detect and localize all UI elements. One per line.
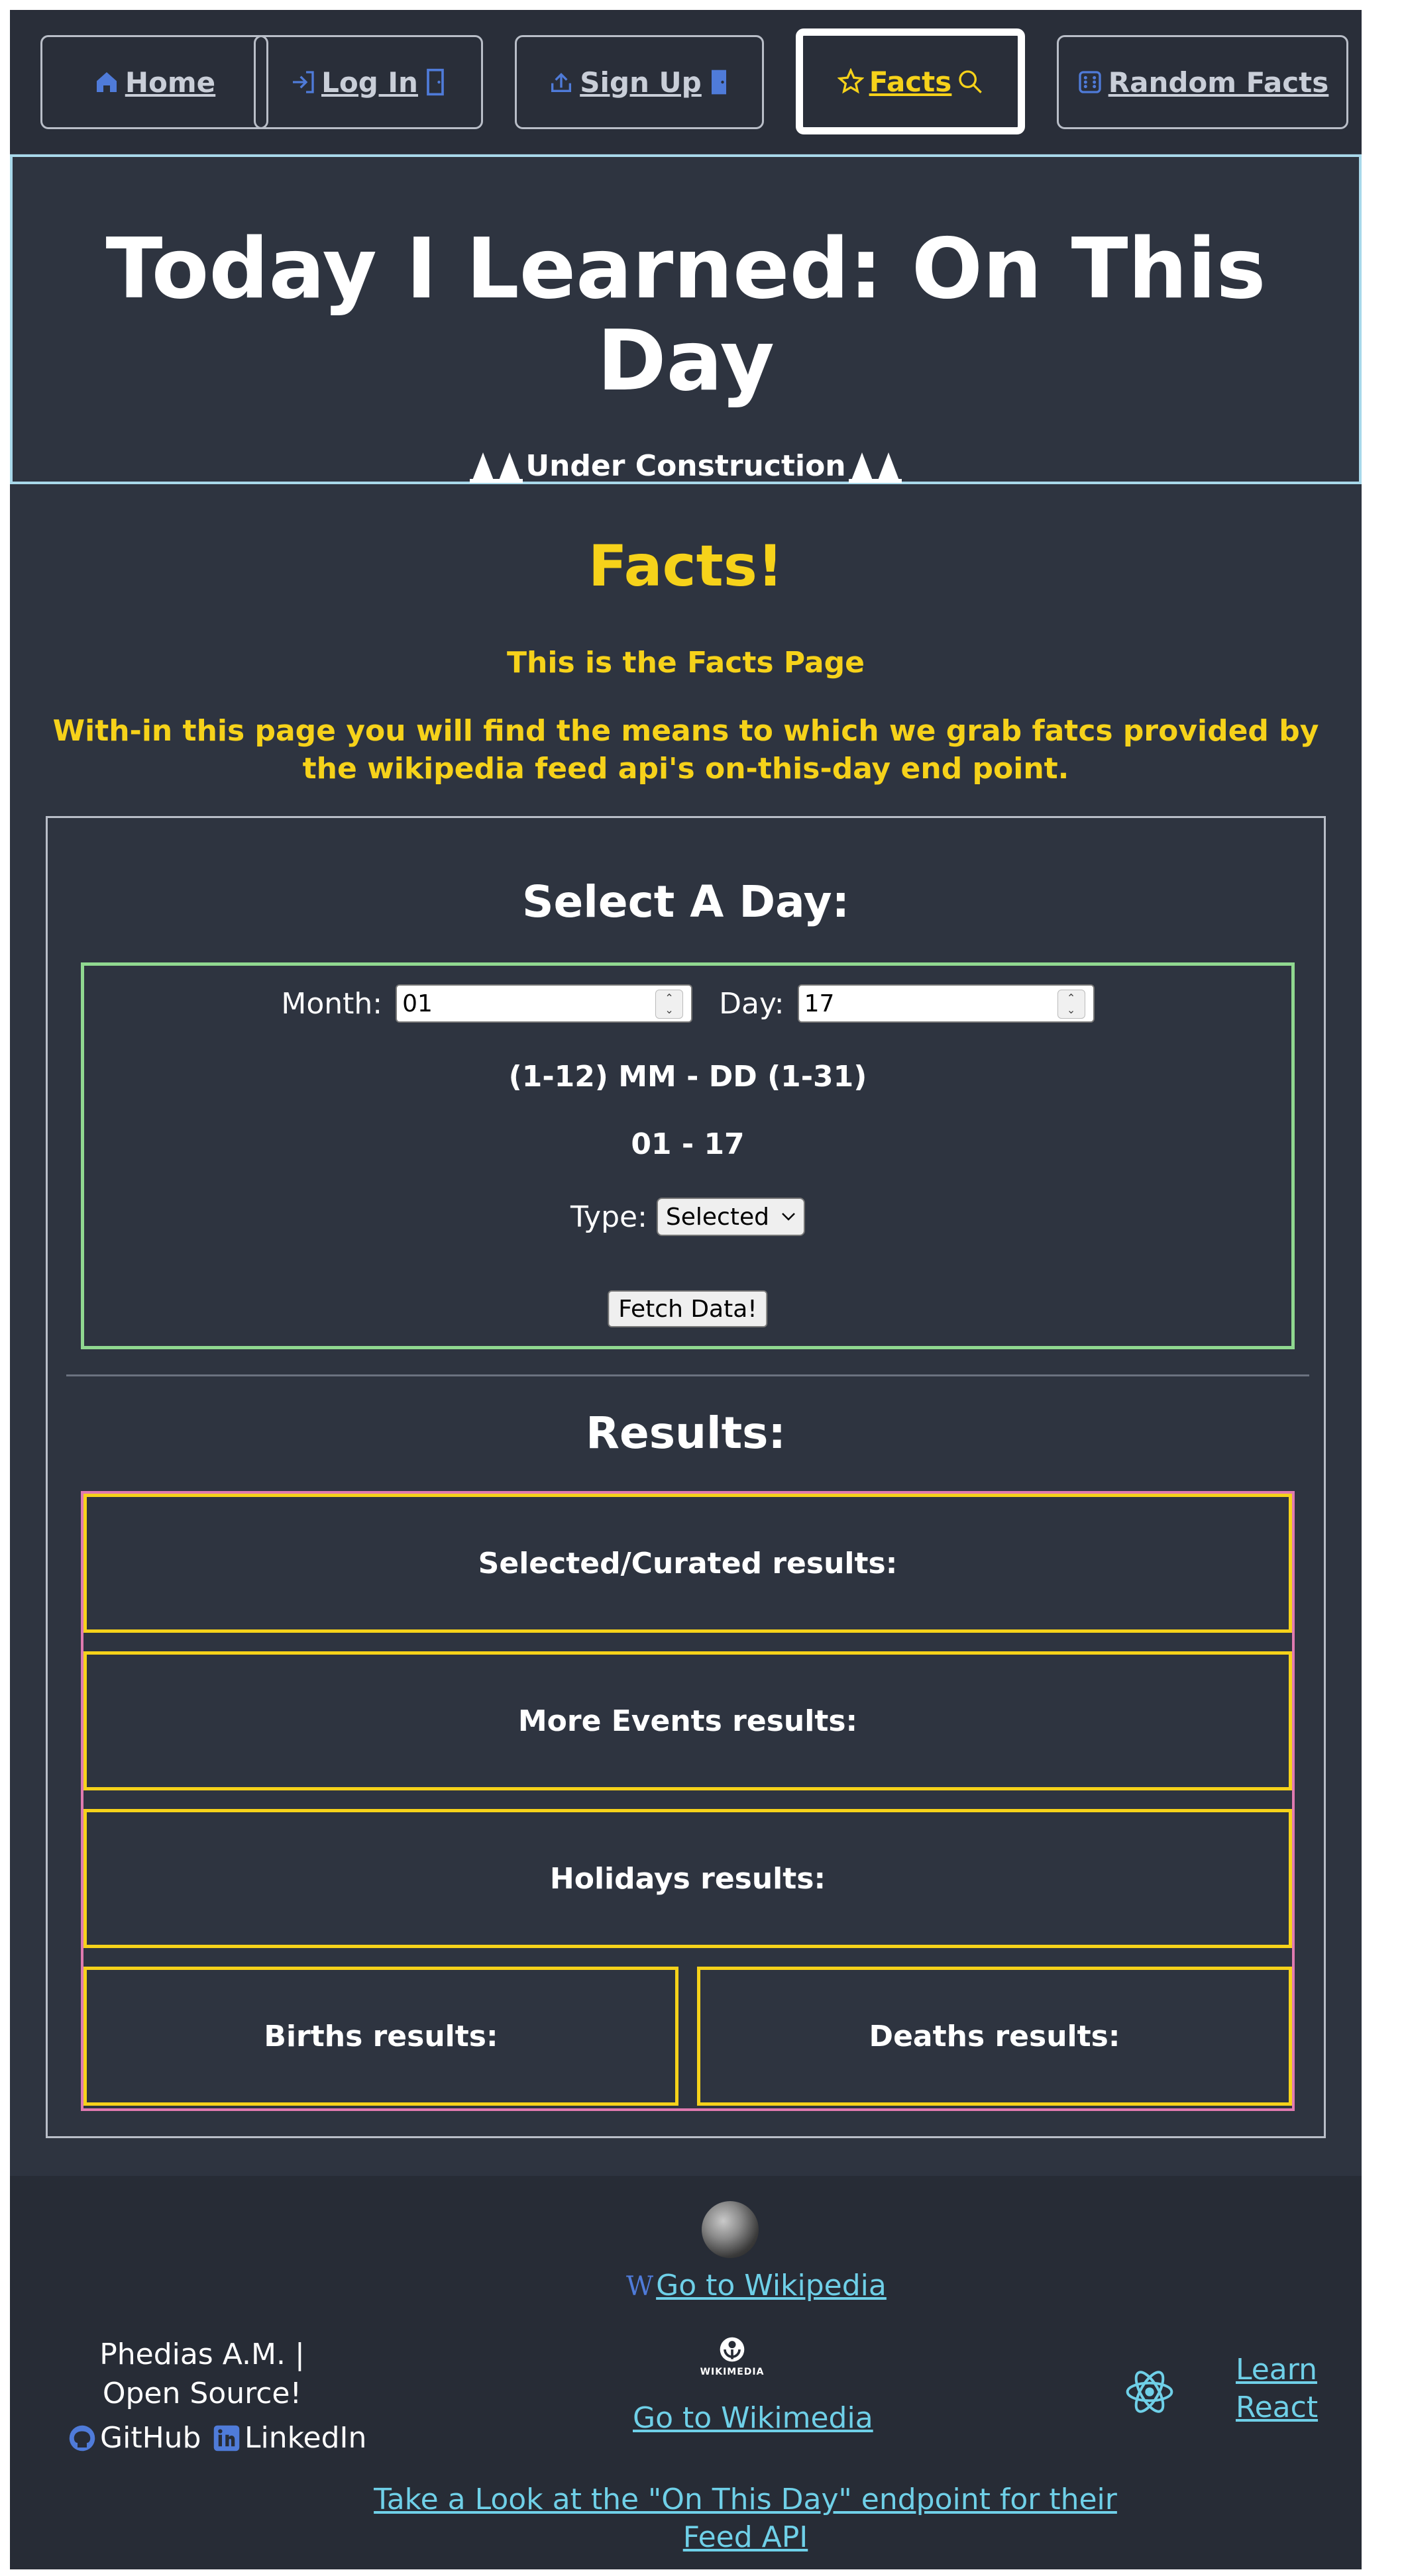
events-results: More Events results:: [83, 1651, 1292, 1790]
wikipedia-link-wrap: W Go to Wikipedia: [626, 2269, 887, 2302]
day-input[interactable]: 17 ⌃ ⌄: [797, 984, 1095, 1023]
wikimedia-logo-text: WIKIMEDIA: [700, 2367, 765, 2377]
github-icon: [69, 2425, 95, 2451]
date-inputs-row: Month: 01 ⌃ ⌄ Day: 17 ⌃ ⌄: [84, 984, 1291, 1023]
github-link[interactable]: GitHub: [68, 2421, 201, 2455]
wikimedia-logo: WIKIMEDIA: [699, 2335, 765, 2377]
results-container: Selected/Curated results: More Events re…: [81, 1491, 1295, 2111]
nav-login-label: Log In: [321, 66, 418, 99]
nav-home-button[interactable]: Home: [40, 35, 268, 129]
traffic-cone-icon: [496, 452, 523, 483]
github-label: GitHub: [100, 2421, 201, 2455]
type-label: Type:: [570, 1200, 647, 1234]
top-nav: Home Log In Sign Up Facts Random Facts: [10, 10, 1362, 153]
dice-icon: [1079, 71, 1101, 93]
door-icon: [427, 68, 444, 96]
nav-random-button[interactable]: Random Facts: [1057, 35, 1348, 129]
date-form: Month: 01 ⌃ ⌄ Day: 17 ⌃ ⌄ (1-12) MM - DD (…: [81, 962, 1295, 1349]
linkedin-label: LinkedIn: [244, 2421, 367, 2455]
wikipedia-link[interactable]: Go to Wikipedia: [656, 2269, 887, 2302]
fetch-data-button[interactable]: Fetch Data!: [608, 1290, 768, 1327]
linkedin-link[interactable]: LinkedIn: [213, 2421, 366, 2455]
chevron-down-icon: [782, 1213, 795, 1221]
results-heading: Results:: [586, 1408, 786, 1459]
selected-date-display: 01 - 17: [631, 1127, 745, 1161]
door-open-icon: [711, 70, 726, 95]
upload-icon: [551, 72, 572, 92]
hero-banner: Today I Learned: On This Day Under Const…: [10, 154, 1362, 484]
nav-home-label: Home: [125, 66, 216, 99]
facts-heading: Facts!: [588, 533, 784, 599]
nav-facts-label: Facts: [869, 65, 952, 98]
traffic-cone-icon: [848, 452, 875, 483]
facts-description: With-in this page you will find the mean…: [52, 714, 1319, 786]
login-icon: [293, 71, 314, 93]
type-select[interactable]: Selected: [656, 1198, 805, 1236]
select-day-heading: Select A Day:: [521, 876, 850, 927]
traffic-cone-icon: [875, 452, 902, 483]
facts-subtitle: This is the Facts Page: [507, 646, 865, 680]
selected-results: Selected/Curated results:: [83, 1494, 1292, 1633]
wikimedia-icon: [720, 2337, 745, 2362]
type-select-value: Selected: [665, 1203, 769, 1231]
endpoint-link[interactable]: Take a Look at the "On This Day" endpoin…: [354, 2481, 1136, 2556]
month-value: 01: [402, 990, 433, 1017]
footer: W Go to Wikipedia WIKIMEDIA Go to Wikime…: [10, 2176, 1362, 2569]
app-root: Home Log In Sign Up Facts Random Facts T…: [10, 10, 1362, 2569]
page-title: Today I Learned: On This Day: [105, 220, 1266, 409]
wikipedia-logo: [702, 2201, 759, 2258]
holidays-results: Holidays results:: [83, 1809, 1292, 1948]
traffic-cone-icon: [470, 452, 497, 483]
facts-panel: Select A Day: Month: 01 ⌃ ⌄ Day: 17 ⌃ ⌄ (1…: [46, 816, 1326, 2138]
home-icon: [96, 72, 117, 92]
nav-login-button[interactable]: Log In: [254, 35, 483, 129]
month-label: Month:: [281, 986, 383, 1021]
nav-random-label: Random Facts: [1108, 66, 1329, 99]
learn-react-link[interactable]: Learn React: [1236, 2351, 1318, 2426]
type-row: Type: Selected: [84, 1198, 1291, 1236]
react-icon: [1126, 2371, 1173, 2413]
nav-facts-button[interactable]: Facts: [796, 28, 1025, 134]
wikipedia-w-icon: W: [626, 2271, 654, 2302]
deaths-results: Deaths results:: [697, 1967, 1292, 2106]
author-credit: Phedias A.M. | Open Source!: [99, 2338, 305, 2411]
nav-signup-button[interactable]: Sign Up: [515, 35, 764, 129]
births-results: Births results:: [83, 1967, 678, 2106]
construction-notice: Under Construction: [13, 449, 1359, 483]
day-value: 17: [804, 990, 835, 1017]
star-icon: [837, 68, 864, 94]
section-divider: [66, 1374, 1309, 1376]
search-icon: [959, 70, 983, 93]
date-range-hint: (1-12) MM - DD (1-31): [508, 1060, 867, 1094]
day-spinner[interactable]: ⌃ ⌄: [1057, 990, 1085, 1019]
wikimedia-link[interactable]: Go to Wikimedia: [633, 2401, 873, 2435]
month-input[interactable]: 01 ⌃ ⌄: [396, 984, 693, 1023]
nav-signup-label: Sign Up: [580, 66, 702, 99]
construction-text: Under Construction: [525, 449, 846, 484]
linkedin-icon: [213, 2425, 240, 2451]
day-label: Day:: [719, 986, 784, 1021]
month-spinner[interactable]: ⌃ ⌄: [655, 990, 684, 1019]
